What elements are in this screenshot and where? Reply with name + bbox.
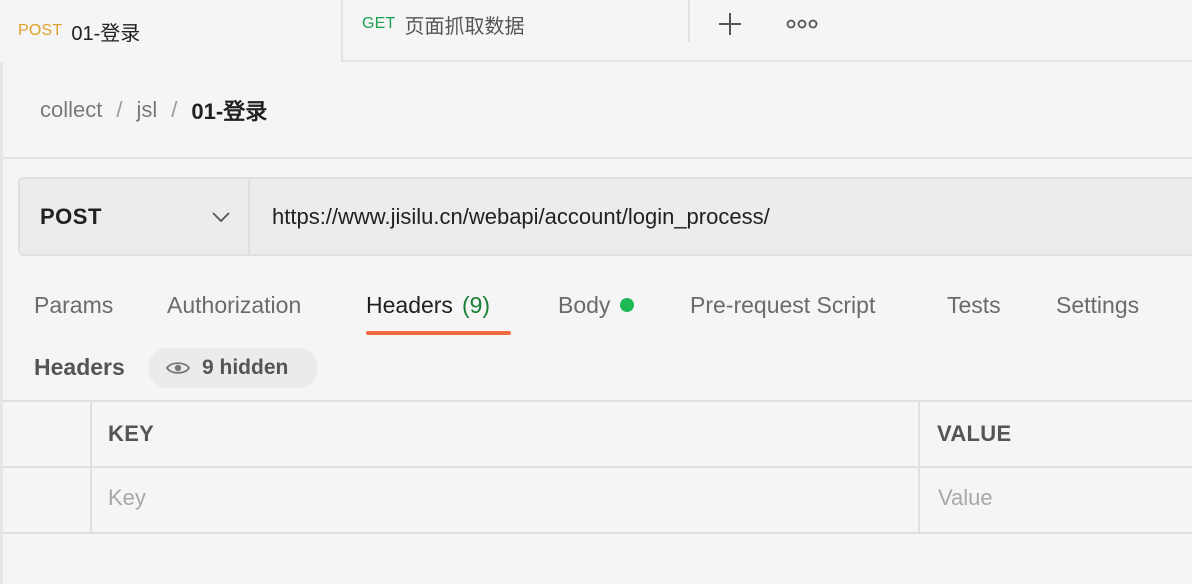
chevron-down-icon bbox=[212, 211, 230, 222]
tab-label: Pre-request Script bbox=[690, 291, 876, 318]
new-tab-button[interactable] bbox=[710, 4, 750, 44]
breadcrumb: collect / jsl / 01-登录 bbox=[40, 94, 267, 126]
tab-label: Body bbox=[558, 291, 611, 318]
tab-settings[interactable]: Settings bbox=[1056, 278, 1139, 332]
tab-params[interactable]: Params bbox=[34, 278, 113, 332]
tab-label: Headers bbox=[366, 291, 453, 318]
tab-title: 01-登录 bbox=[71, 22, 141, 45]
hidden-headers-toggle[interactable]: 9 hidden bbox=[148, 348, 318, 388]
breadcrumb-separator: / bbox=[116, 97, 123, 122]
request-url-bar: POST https://www.jisilu.cn/webapi/accoun… bbox=[18, 177, 1192, 256]
tab-tests[interactable]: Tests bbox=[947, 278, 1001, 332]
headers-section-label: Headers bbox=[34, 354, 125, 380]
tab-bar-border bbox=[343, 60, 1192, 62]
tab-headers[interactable]: Headers (9) bbox=[366, 278, 490, 332]
url-input[interactable]: https://www.jisilu.cn/webapi/account/log… bbox=[250, 179, 1192, 254]
table-column-divider bbox=[918, 400, 920, 534]
tab-body[interactable]: Body bbox=[558, 278, 635, 332]
tab-label: Params bbox=[34, 291, 114, 318]
new-header-value-input[interactable]: Value bbox=[938, 485, 993, 511]
breadcrumb-separator: / bbox=[171, 97, 178, 122]
section-divider bbox=[3, 157, 1192, 159]
request-section-tabs: Params Authorization Headers (9) Body Pr… bbox=[0, 278, 1192, 338]
method-select[interactable]: POST bbox=[20, 179, 250, 254]
plus-icon bbox=[719, 13, 741, 35]
tab-title: 页面抓取数据 bbox=[404, 15, 525, 38]
breadcrumb-item-collect[interactable]: collect bbox=[40, 97, 102, 123]
new-header-key-input[interactable]: Key bbox=[108, 485, 146, 511]
table-border-top bbox=[3, 400, 1192, 402]
tab-divider bbox=[688, 0, 690, 42]
tab-label: Settings bbox=[1056, 291, 1140, 318]
request-tab-scrape[interactable]: GET 页面抓取数据 bbox=[345, 0, 689, 48]
table-border bbox=[3, 466, 1192, 468]
active-tab-indicator bbox=[366, 331, 511, 335]
request-tab-bar: POST 01-登录 GET 页面抓取数据 bbox=[0, 0, 1192, 62]
headers-count: (9) bbox=[461, 291, 491, 318]
body-content-indicator bbox=[620, 298, 635, 312]
breadcrumb-current[interactable]: 01-登录 bbox=[191, 94, 267, 126]
breadcrumb-item-jsl[interactable]: jsl bbox=[136, 97, 157, 123]
tab-label: Authorization bbox=[167, 291, 302, 318]
tab-authorization[interactable]: Authorization bbox=[167, 278, 301, 332]
hidden-headers-count: 9 hidden bbox=[202, 356, 289, 379]
more-tabs-button[interactable] bbox=[782, 4, 822, 44]
tab-pre-request-script[interactable]: Pre-request Script bbox=[690, 278, 875, 332]
tab-method-label: GET bbox=[362, 15, 396, 32]
url-text: https://www.jisilu.cn/webapi/account/log… bbox=[272, 203, 770, 229]
method-value: POST bbox=[40, 203, 102, 229]
tab-label: Tests bbox=[947, 291, 1001, 318]
tab-method-label: POST bbox=[18, 22, 63, 39]
more-horizontal-icon bbox=[786, 19, 818, 29]
request-tab-login[interactable]: POST 01-登录 bbox=[0, 0, 343, 62]
table-border-bottom bbox=[3, 532, 1192, 534]
column-header-value: VALUE bbox=[937, 421, 1012, 446]
table-column-divider bbox=[90, 400, 92, 534]
column-header-key: KEY bbox=[108, 421, 155, 446]
eye-icon bbox=[166, 362, 190, 374]
